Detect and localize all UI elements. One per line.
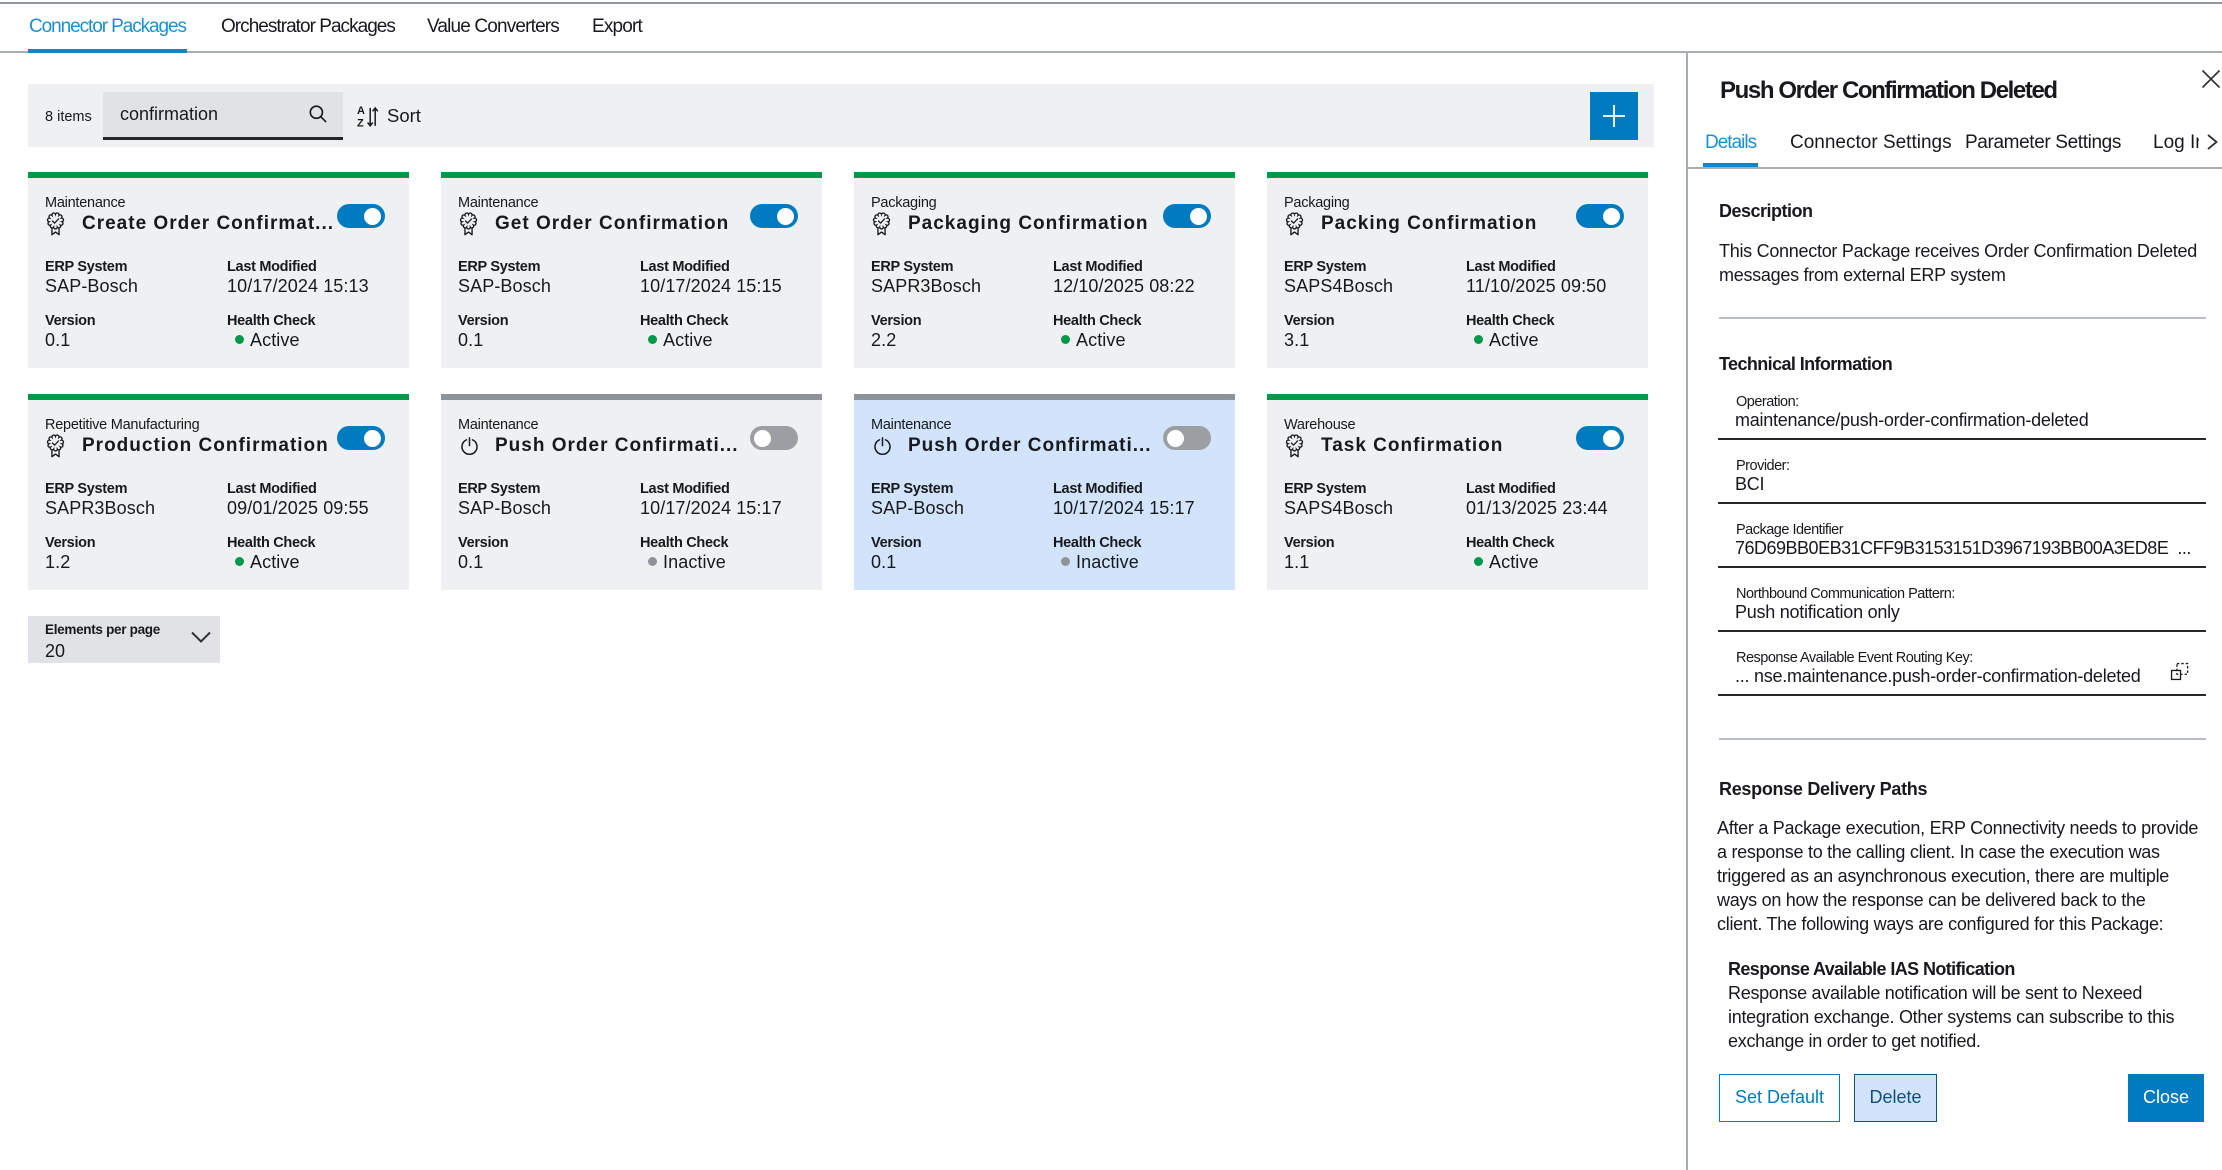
svg-text:Z: Z (357, 118, 364, 129)
svg-text:A: A (357, 105, 365, 117)
